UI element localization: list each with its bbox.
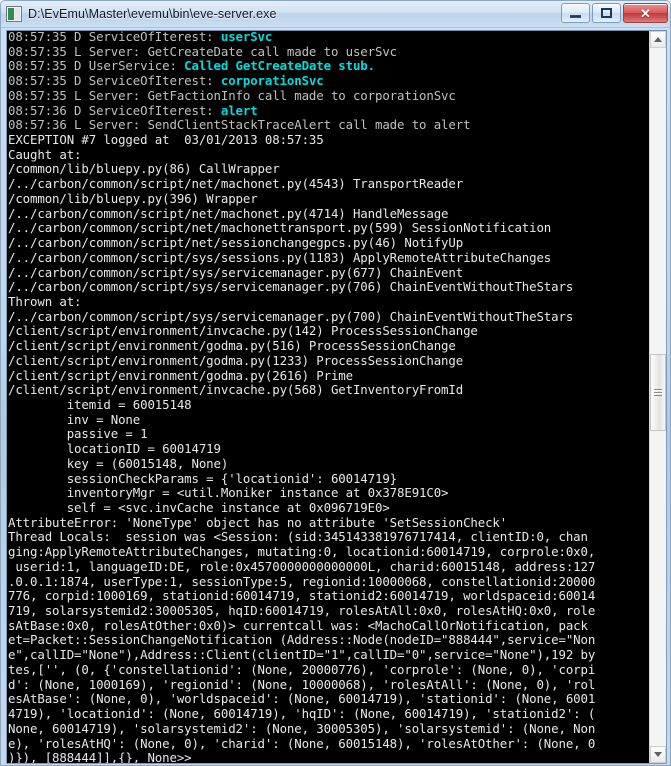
console-line: 08:57:35 L Server: GetCreateDate call ma… xyxy=(8,44,398,59)
console-client-area: 08:57:35 D ServiceOfIterest: userSvc 08:5… xyxy=(6,30,667,764)
console-line: e), 'rolesAtHQ': (None, 0), 'charid': (N… xyxy=(8,736,596,751)
console-line: 08:57:35 D UserService: Called GetCreate… xyxy=(8,59,375,74)
minimize-icon xyxy=(570,15,581,18)
scrollbar-track[interactable] xyxy=(650,48,666,746)
console-line: e",callID="None"),Address::Client(client… xyxy=(8,648,596,663)
scroll-down-arrow-icon xyxy=(654,752,662,757)
console-line: inv = None xyxy=(8,412,141,427)
console-line: 776, corpid:1000169, stationid:60014719,… xyxy=(8,589,596,604)
console-window: D:\EvEmu\Master\evemu\bin\eve-server.exe… xyxy=(0,0,671,766)
console-line: AttributeError: 'NoneType' object has no… xyxy=(8,515,508,530)
vertical-scrollbar[interactable] xyxy=(649,31,666,763)
console-line: esAtBase': (None, 0), 'worldspaceid': (N… xyxy=(8,692,596,707)
console-line: /common/lib/bluepy.py(86) CallWrapper xyxy=(8,162,280,177)
scrollbar-grip-icon xyxy=(654,389,662,396)
console-line: 08:57:35 D ServiceOfIterest: corporation… xyxy=(8,74,324,89)
console-line: /../carbon/common/script/sys/servicemana… xyxy=(8,280,574,295)
console-line-highlight: corporationSvc xyxy=(220,74,324,89)
console-line: 08:57:36 L Server: SendClientStackTraceA… xyxy=(8,118,471,133)
console-line: 08:57:36 D ServiceOfIterest: alert xyxy=(8,103,258,118)
scroll-down-button[interactable] xyxy=(650,746,666,763)
maximize-icon xyxy=(601,8,612,18)
close-button[interactable]: ✕ xyxy=(623,3,668,23)
console-line: )}), [888444]],{}, None>> xyxy=(8,751,192,763)
console-line: /client/script/environment/godma.py(516)… xyxy=(8,339,456,354)
console-line: /client/script/environment/invcache.py(5… xyxy=(8,383,464,398)
scroll-up-arrow-icon xyxy=(654,37,662,42)
console-line: 4719), 'locationid': (None, 60014719), '… xyxy=(8,707,596,722)
console-line: Caught at: xyxy=(8,147,82,162)
scrollbar-thumb[interactable] xyxy=(650,354,666,431)
console-output[interactable]: 08:57:35 D ServiceOfIterest: userSvc 08:5… xyxy=(7,31,649,763)
console-line: d': (None, 1000169), 'regionid': (None, … xyxy=(8,677,596,692)
maximize-button[interactable] xyxy=(592,3,621,23)
console-line-highlight: userSvc xyxy=(220,31,273,44)
console-line: /common/lib/bluepy.py(396) Wrapper xyxy=(8,191,258,206)
console-line: 719, solarsystemid2:30005305, hqID:60014… xyxy=(8,604,596,619)
console-line: /../carbon/common/script/sys/servicemana… xyxy=(8,265,464,280)
console-line: /../carbon/common/script/net/machonet.py… xyxy=(8,177,464,192)
console-line-highlight: alert xyxy=(220,103,258,118)
console-line: None, 60014719), 'solarsystemid2': (None… xyxy=(8,721,596,736)
console-line: et=Packet::SessionChangeNotification (Ad… xyxy=(8,633,596,648)
console-line: /client/script/environment/godma.py(1233… xyxy=(8,353,464,368)
close-icon: ✕ xyxy=(640,5,651,21)
console-line: 08:57:35 D ServiceOfIterest: userSvc xyxy=(8,31,273,44)
console-line: /../carbon/common/script/net/machonet.py… xyxy=(8,206,449,221)
console-line: 08:57:35 L Server: GetFactionInfo call m… xyxy=(8,88,456,103)
caption-buttons: ✕ xyxy=(561,3,668,23)
console-line: self = <svc.invCache instance at 0x09671… xyxy=(8,501,390,515)
console-line: Thread Locals: session was <Session: (si… xyxy=(8,530,588,545)
console-line: locationID = 60014719 xyxy=(8,442,221,457)
console-line: ging:ApplyRemoteAttributeChanges, mutati… xyxy=(8,545,596,560)
console-line: inventoryMgr = <util.Moniker instance at… xyxy=(8,486,449,501)
console-line: userid:1, languageID:DE, role:0x45700000… xyxy=(8,559,596,574)
minimize-button[interactable] xyxy=(561,3,590,23)
console-line-highlight: Called GetCreateDate stub. xyxy=(184,59,375,74)
console-line: sAtBase:0x0, rolesAtOther:0x0)> currentc… xyxy=(8,618,588,633)
console-line-list: 08:57:35 D ServiceOfIterest: userSvc 08:5… xyxy=(8,31,649,763)
console-line: EXCEPTION #7 logged at 03/01/2013 08:57:… xyxy=(8,133,324,148)
console-line: /../carbon/common/script/sys/servicemana… xyxy=(8,309,574,324)
console-line: passive = 1 xyxy=(8,427,148,442)
console-line: .0.0.1:1874, userType:1, sessionType:5, … xyxy=(8,574,596,589)
console-line: sessionCheckParams = {'locationid': 6001… xyxy=(8,471,398,486)
title-bar[interactable]: D:\EvEmu\Master\evemu\bin\eve-server.exe… xyxy=(1,1,670,28)
scroll-up-button[interactable] xyxy=(650,31,666,48)
console-window-icon xyxy=(6,6,22,22)
console-line: itemid = 60015148 xyxy=(8,397,192,412)
console-line: Thrown at: xyxy=(8,294,82,309)
console-line: /../carbon/common/script/net/sessionchan… xyxy=(8,236,464,251)
console-line: /client/script/environment/godma.py(2616… xyxy=(8,368,353,383)
console-line: /../carbon/common/script/sys/sessions.py… xyxy=(8,250,552,265)
console-line: tes,['', (0, {'constellationid': (None, … xyxy=(8,662,596,677)
console-line: /../carbon/common/script/net/machonettra… xyxy=(8,221,552,236)
console-line: key = (60015148, None) xyxy=(8,456,229,471)
window-title: D:\EvEmu\Master\evemu\bin\eve-server.exe xyxy=(28,7,277,21)
console-line: /client/script/environment/invcache.py(1… xyxy=(8,324,478,339)
